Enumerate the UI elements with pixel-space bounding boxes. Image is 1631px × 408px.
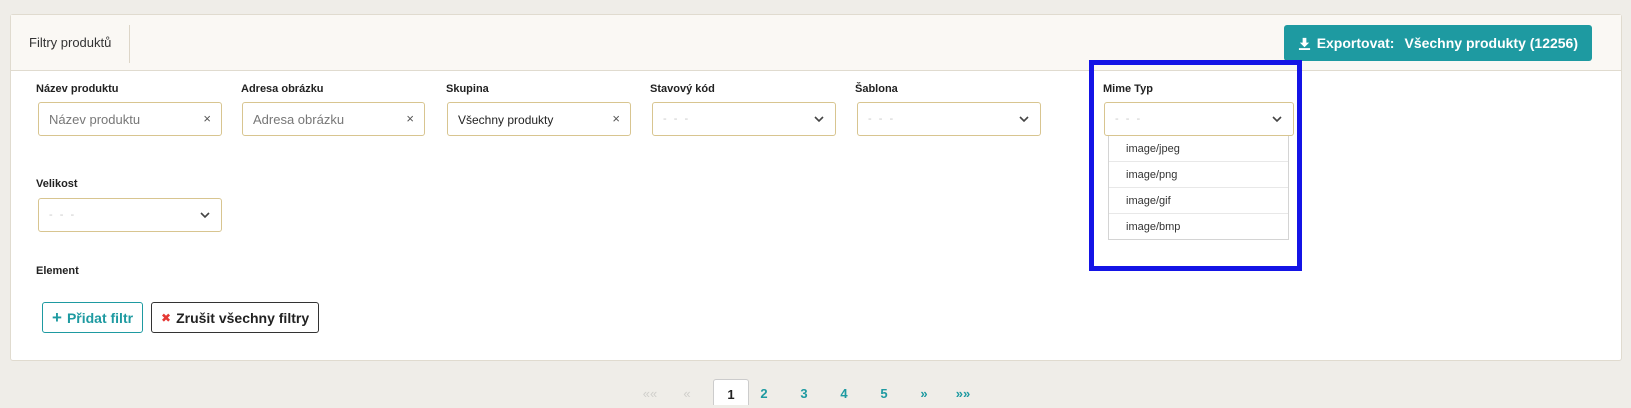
status-code-value: - - - bbox=[663, 113, 691, 125]
chevron-down-icon bbox=[814, 116, 824, 123]
pagination-page[interactable]: 4 bbox=[837, 381, 851, 407]
filter-label-element: Element bbox=[36, 265, 79, 277]
product-name-placeholder: Název produktu bbox=[49, 112, 141, 127]
template-select[interactable]: - - - bbox=[857, 102, 1041, 136]
add-filter-button[interactable]: + Přidat filtr bbox=[42, 302, 144, 333]
group-select[interactable]: Všechny produkty × bbox=[447, 102, 631, 136]
export-button[interactable]: Exportovat: Všechny produkty (12256) bbox=[1283, 25, 1592, 61]
filter-label-product-name: Název produktu bbox=[36, 83, 119, 95]
export-label: Exportovat: bbox=[1316, 35, 1395, 51]
image-url-input[interactable]: Adresa obrázku × bbox=[242, 102, 425, 136]
chevron-down-icon bbox=[200, 212, 210, 219]
filter-label-size: Velikost bbox=[36, 178, 78, 190]
template-value: - - - bbox=[868, 113, 896, 125]
pagination-first[interactable]: «« bbox=[640, 381, 660, 407]
filter-label-template: Šablona bbox=[855, 83, 898, 95]
pagination-next[interactable]: » bbox=[917, 381, 931, 407]
close-icon: ✖ bbox=[161, 310, 172, 325]
title-divider bbox=[129, 25, 130, 63]
panel-title: Filtry produktů bbox=[29, 35, 112, 50]
pagination-page[interactable]: 5 bbox=[877, 381, 891, 407]
clear-icon[interactable]: × bbox=[203, 111, 211, 126]
pagination-page-current[interactable]: 1 bbox=[713, 379, 749, 405]
highlight-box bbox=[1089, 60, 1302, 271]
size-select[interactable]: - - - bbox=[38, 198, 222, 232]
filter-label-group: Skupina bbox=[446, 83, 489, 95]
download-icon bbox=[1298, 37, 1310, 50]
add-filter-label: Přidat filtr bbox=[66, 309, 134, 326]
pagination-page[interactable]: 2 bbox=[757, 381, 771, 407]
export-value: Všechny produkty (12256) bbox=[1404, 35, 1578, 51]
size-value: - - - bbox=[49, 209, 77, 221]
image-url-placeholder: Adresa obrázku bbox=[253, 112, 345, 127]
clear-all-filters-button[interactable]: ✖ Zrušit všechny filtry bbox=[151, 302, 320, 333]
clear-icon[interactable]: × bbox=[612, 111, 620, 126]
clear-all-filters-label: Zrušit všechny filtry bbox=[176, 309, 310, 326]
filter-label-status-code: Stavový kód bbox=[650, 83, 715, 95]
chevron-down-icon bbox=[1019, 116, 1029, 123]
panel-header: Filtry produktů Exportovat: Všechny prod… bbox=[11, 15, 1621, 71]
pagination-page[interactable]: 3 bbox=[797, 381, 811, 407]
clear-icon[interactable]: × bbox=[406, 111, 414, 126]
product-name-input[interactable]: Název produktu × bbox=[38, 102, 222, 136]
group-selected-value: Všechny produkty bbox=[458, 113, 554, 127]
pagination-prev[interactable]: « bbox=[680, 381, 694, 407]
status-code-select[interactable]: - - - bbox=[652, 102, 836, 136]
pagination-last[interactable]: »» bbox=[952, 381, 974, 407]
plus-icon: + bbox=[52, 308, 62, 327]
filter-label-image-url: Adresa obrázku bbox=[241, 83, 324, 95]
